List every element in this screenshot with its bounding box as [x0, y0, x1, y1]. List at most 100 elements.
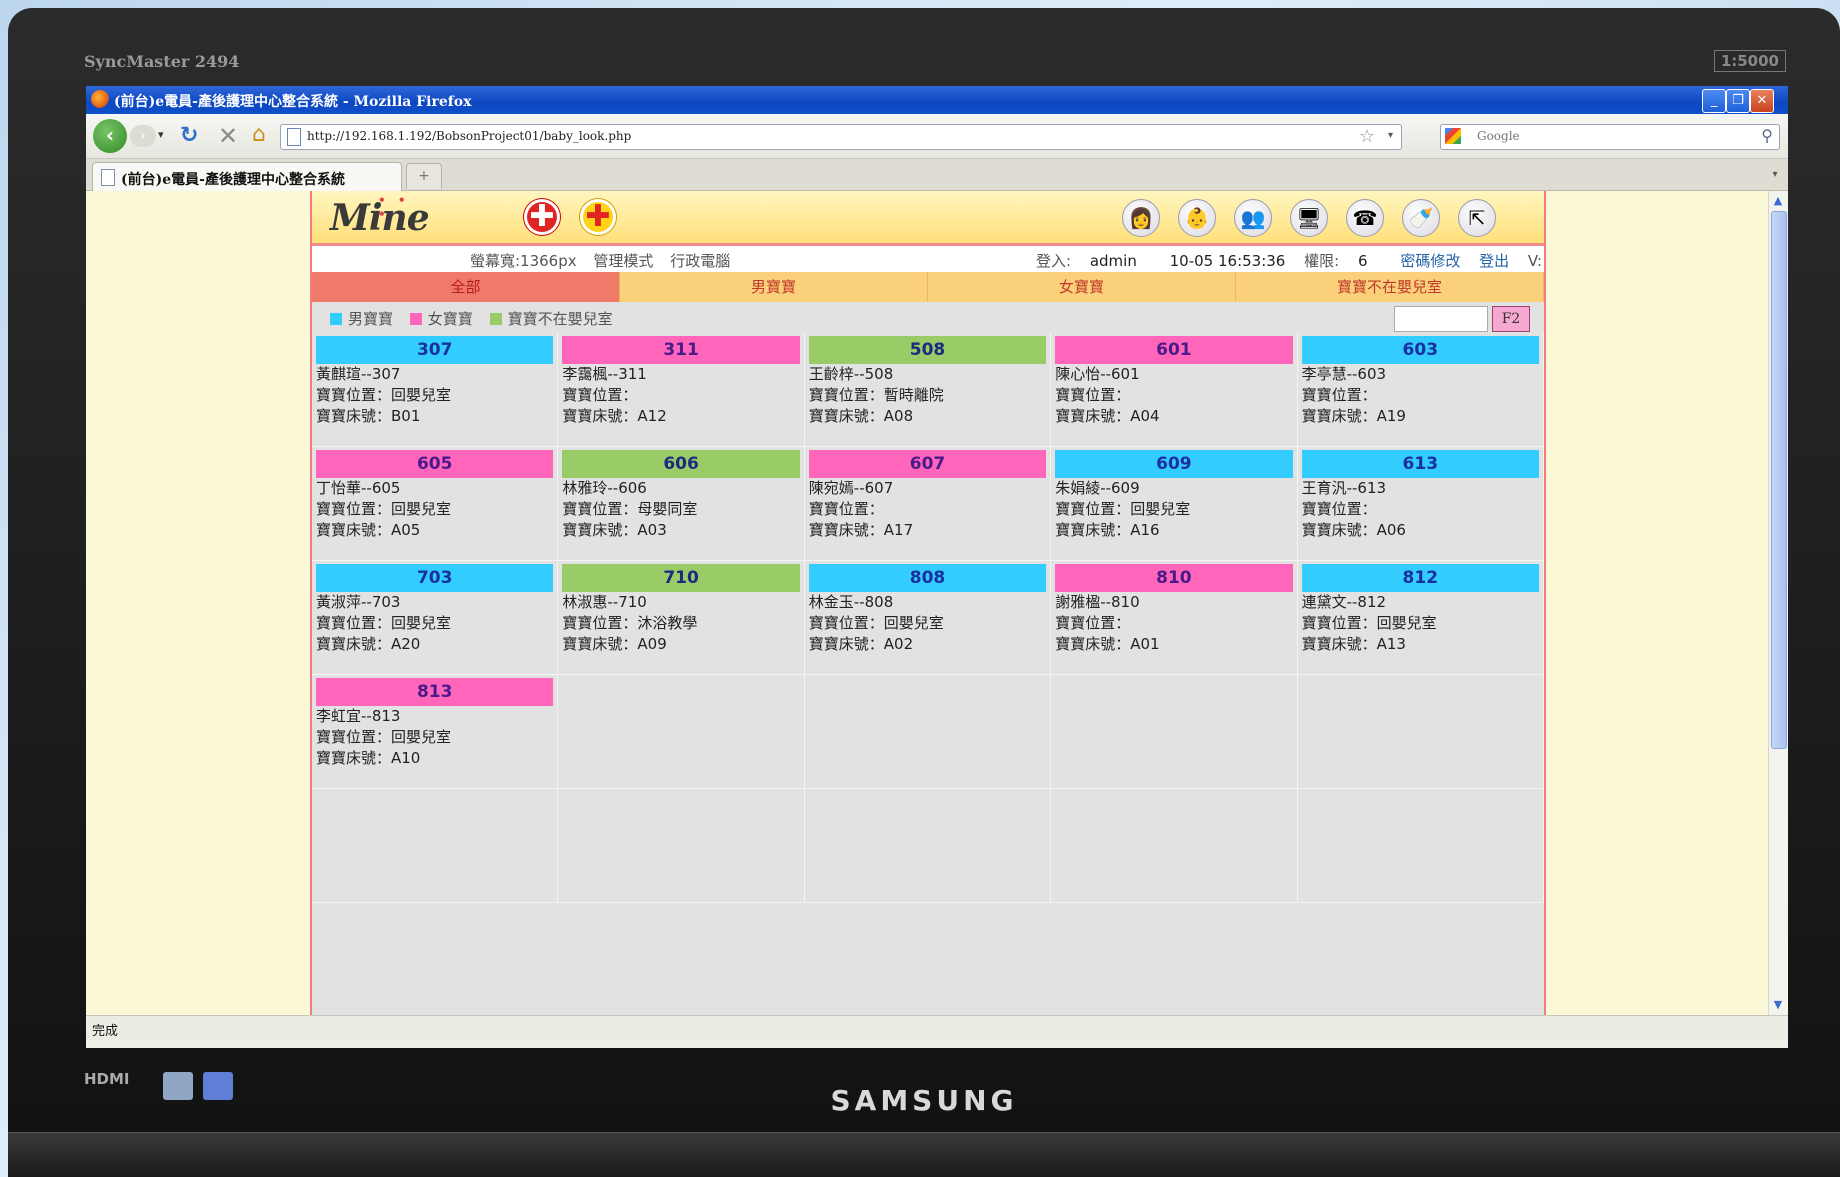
url-bar[interactable]: http://192.168.1.192/BobsonProject01/bab…	[280, 124, 1402, 150]
room-number[interactable]: 813	[316, 678, 554, 706]
room-number[interactable]: 810	[1055, 564, 1293, 592]
room-number[interactable]: 703	[316, 564, 554, 592]
room-card[interactable]: 607 陳宛嫣--607 寶寶位置： 寶寶床號：A17	[804, 447, 1052, 561]
room-bed: 寶寶床號：A08	[808, 407, 914, 425]
room-number[interactable]: 508	[808, 336, 1047, 364]
room-number[interactable]: 607	[808, 450, 1047, 478]
room-location: 寶寶位置：回嬰兒室	[1301, 614, 1437, 632]
permission-value: 6	[1357, 252, 1368, 270]
bottle-icon[interactable]: 🍼	[1402, 199, 1440, 237]
room-card[interactable]: 609 朱娟綾--609 寶寶位置：回嬰兒室 寶寶床號：A16	[1051, 447, 1298, 561]
search-magnifier-icon[interactable]: ⚲	[1761, 126, 1773, 145]
search-bar[interactable]: ⚲	[1440, 124, 1780, 150]
scroll-down-icon[interactable]: ▼	[1770, 997, 1786, 1013]
close-window-button[interactable]: ✕	[1750, 89, 1774, 113]
room-number[interactable]: 609	[1055, 450, 1293, 478]
room-card[interactable]: 813 李虹宜--813 寶寶位置：回嬰兒室 寶寶床號：A10	[312, 675, 559, 789]
room-card[interactable]: 812 連黛文--812 寶寶位置：回嬰兒室 寶寶床號：A13	[1297, 561, 1544, 675]
legend-bar: 男寶寶 女寶寶 寶寶不在嬰兒室 F2	[312, 302, 1544, 332]
baby-icon[interactable]: 👶	[1178, 199, 1216, 237]
red-cross-icon[interactable]: ✚	[524, 199, 560, 235]
room-number[interactable]: 606	[562, 450, 800, 478]
room-number[interactable]: 603	[1301, 336, 1539, 364]
staff-icon[interactable]: 👥	[1234, 199, 1272, 237]
history-dropdown-icon[interactable]: ▾	[158, 128, 164, 141]
scroll-thumb[interactable]	[1771, 211, 1787, 749]
tab-list-icon[interactable]: ▾	[1766, 165, 1784, 185]
monitor-badge: 1:5000	[1713, 50, 1786, 72]
filter-tabs: 全部 男寶寶 女寶寶 寶寶不在嬰兒室	[312, 272, 1544, 302]
room-card[interactable]: 808 林金玉--808 寶寶位置：回嬰兒室 寶寶床號：A02	[804, 561, 1052, 675]
minimize-button[interactable]: _	[1702, 89, 1726, 113]
vertical-scrollbar[interactable]: ▲ ▼	[1768, 191, 1788, 1015]
legend-item-away: 寶寶不在嬰兒室	[489, 310, 613, 328]
search-engine-icon[interactable]	[1445, 128, 1461, 144]
room-name: 林雅玲--606	[562, 479, 647, 497]
scroll-up-icon[interactable]: ▲	[1770, 193, 1786, 209]
monitor-brand: SAMSUNG	[830, 1084, 1018, 1117]
room-card[interactable]: 613 王育汎--613 寶寶位置： 寶寶床號：A06	[1297, 447, 1544, 561]
nurse-icon[interactable]: 👩	[1122, 199, 1160, 237]
room-card[interactable]: 307 黃麒瑄--307 寶寶位置：回嬰兒室 寶寶床號：B01	[312, 333, 559, 447]
new-tab-button[interactable]: +	[406, 163, 442, 189]
room-card[interactable]: 810 謝雅楹--810 寶寶位置： 寶寶床號：A01	[1051, 561, 1298, 675]
forward-icon[interactable]: ›	[130, 125, 156, 147]
page-icon	[287, 128, 301, 146]
yellow-cross-icon[interactable]: ✚	[580, 199, 616, 235]
room-name: 陳心怡--601	[1055, 365, 1140, 383]
monitor-icon[interactable]: 🖥	[1290, 199, 1328, 237]
room-card[interactable]: 311 李靄楓--311 寶寶位置： 寶寶床號：A12	[558, 333, 805, 447]
room-card[interactable]: 606 林雅玲--606 寶寶位置：母嬰同室 寶寶床號：A03	[558, 447, 805, 561]
room-number[interactable]: 307	[316, 336, 554, 364]
tab-boys[interactable]: 男寶寶	[620, 272, 928, 302]
f2-button[interactable]: F2	[1492, 306, 1530, 332]
url-dropdown-icon[interactable]: ▾	[1388, 130, 1393, 141]
back-icon[interactable]: ‹	[93, 119, 127, 153]
home-icon[interactable]: ⌂	[252, 122, 266, 147]
room-number[interactable]: 613	[1301, 450, 1539, 478]
room-card[interactable]: 710 林淑惠--710 寶寶位置：沐浴教學 寶寶床號：A09	[558, 561, 805, 675]
tab-all[interactable]: 全部	[312, 272, 620, 302]
maximize-button[interactable]: ❐	[1726, 89, 1750, 113]
logout-link[interactable]: 登出	[1479, 252, 1509, 270]
datetime-text: 10-05 16:53:36	[1169, 252, 1286, 270]
empty-card	[312, 789, 559, 903]
tab-active[interactable]: (前台)e電員-產後護理中心整合系統	[92, 162, 402, 191]
room-name: 謝雅楹--810	[1055, 593, 1140, 611]
bookmark-star-icon[interactable]: ☆	[1359, 126, 1375, 147]
room-card[interactable]: 508 王齡梓--508 寶寶位置：暫時離院 寶寶床號：A08	[804, 333, 1052, 447]
reload-icon[interactable]: ↻	[180, 123, 198, 148]
change-password-link[interactable]: 密碼修改	[1400, 252, 1460, 270]
tab-page-icon	[101, 169, 115, 186]
monitor-bezel: SyncMaster 2494 1:5000 (前台)e電員-產後護理中心整合系…	[8, 8, 1840, 1177]
room-bed: 寶寶床號：A17	[808, 521, 914, 539]
room-number[interactable]: 605	[316, 450, 554, 478]
room-number[interactable]: 812	[1301, 564, 1539, 592]
stop-icon[interactable]: ✕	[218, 122, 238, 150]
room-name: 李亭慧--603	[1301, 365, 1387, 383]
room-number[interactable]: 601	[1055, 336, 1293, 364]
url-text[interactable]: http://192.168.1.192/BobsonProject01/bab…	[307, 129, 631, 143]
room-number[interactable]: 710	[562, 564, 800, 592]
room-number[interactable]: 311	[562, 336, 800, 364]
room-name: 王育汎--613	[1301, 479, 1387, 497]
search-input[interactable]	[1477, 128, 1737, 144]
room-location: 寶寶位置：回嬰兒室	[808, 614, 944, 632]
room-card[interactable]: 703 黃淑萍--703 寶寶位置：回嬰兒室 寶寶床號：A20	[312, 561, 559, 675]
room-bed: 寶寶床號：A19	[1301, 407, 1406, 425]
empty-card	[1051, 789, 1298, 903]
room-card[interactable]: 601 陳心怡--601 寶寶位置： 寶寶床號：A04	[1051, 333, 1298, 447]
room-number[interactable]: 808	[808, 564, 1047, 592]
legend-item-boy: 男寶寶	[330, 310, 393, 328]
room-card[interactable]: 605 丁怡華--605 寶寶位置：回嬰兒室 寶寶床號：A05	[312, 447, 559, 561]
room-card[interactable]: 603 李亭慧--603 寶寶位置： 寶寶床號：A19	[1297, 333, 1544, 447]
exit-icon[interactable]: ⇱	[1458, 199, 1496, 237]
phone-icon[interactable]: ☎	[1346, 199, 1384, 237]
room-location: 寶寶位置：回嬰兒室	[1055, 500, 1191, 518]
page-content: • • • Mine ✚ ✚ 👩 👶 👥 🖥 ☎ 🍼 ⇱ 螢幕寬:1366px 管…	[86, 191, 1768, 1015]
room-bed: 寶寶床號：A12	[562, 407, 667, 425]
tab-girls[interactable]: 女寶寶	[928, 272, 1236, 302]
window-title: (前台)e電員-產後護理中心整合系統 - Mozilla Firefox	[114, 94, 472, 110]
room-search-input[interactable]	[1394, 306, 1488, 332]
tab-away[interactable]: 寶寶不在嬰兒室	[1236, 272, 1544, 302]
